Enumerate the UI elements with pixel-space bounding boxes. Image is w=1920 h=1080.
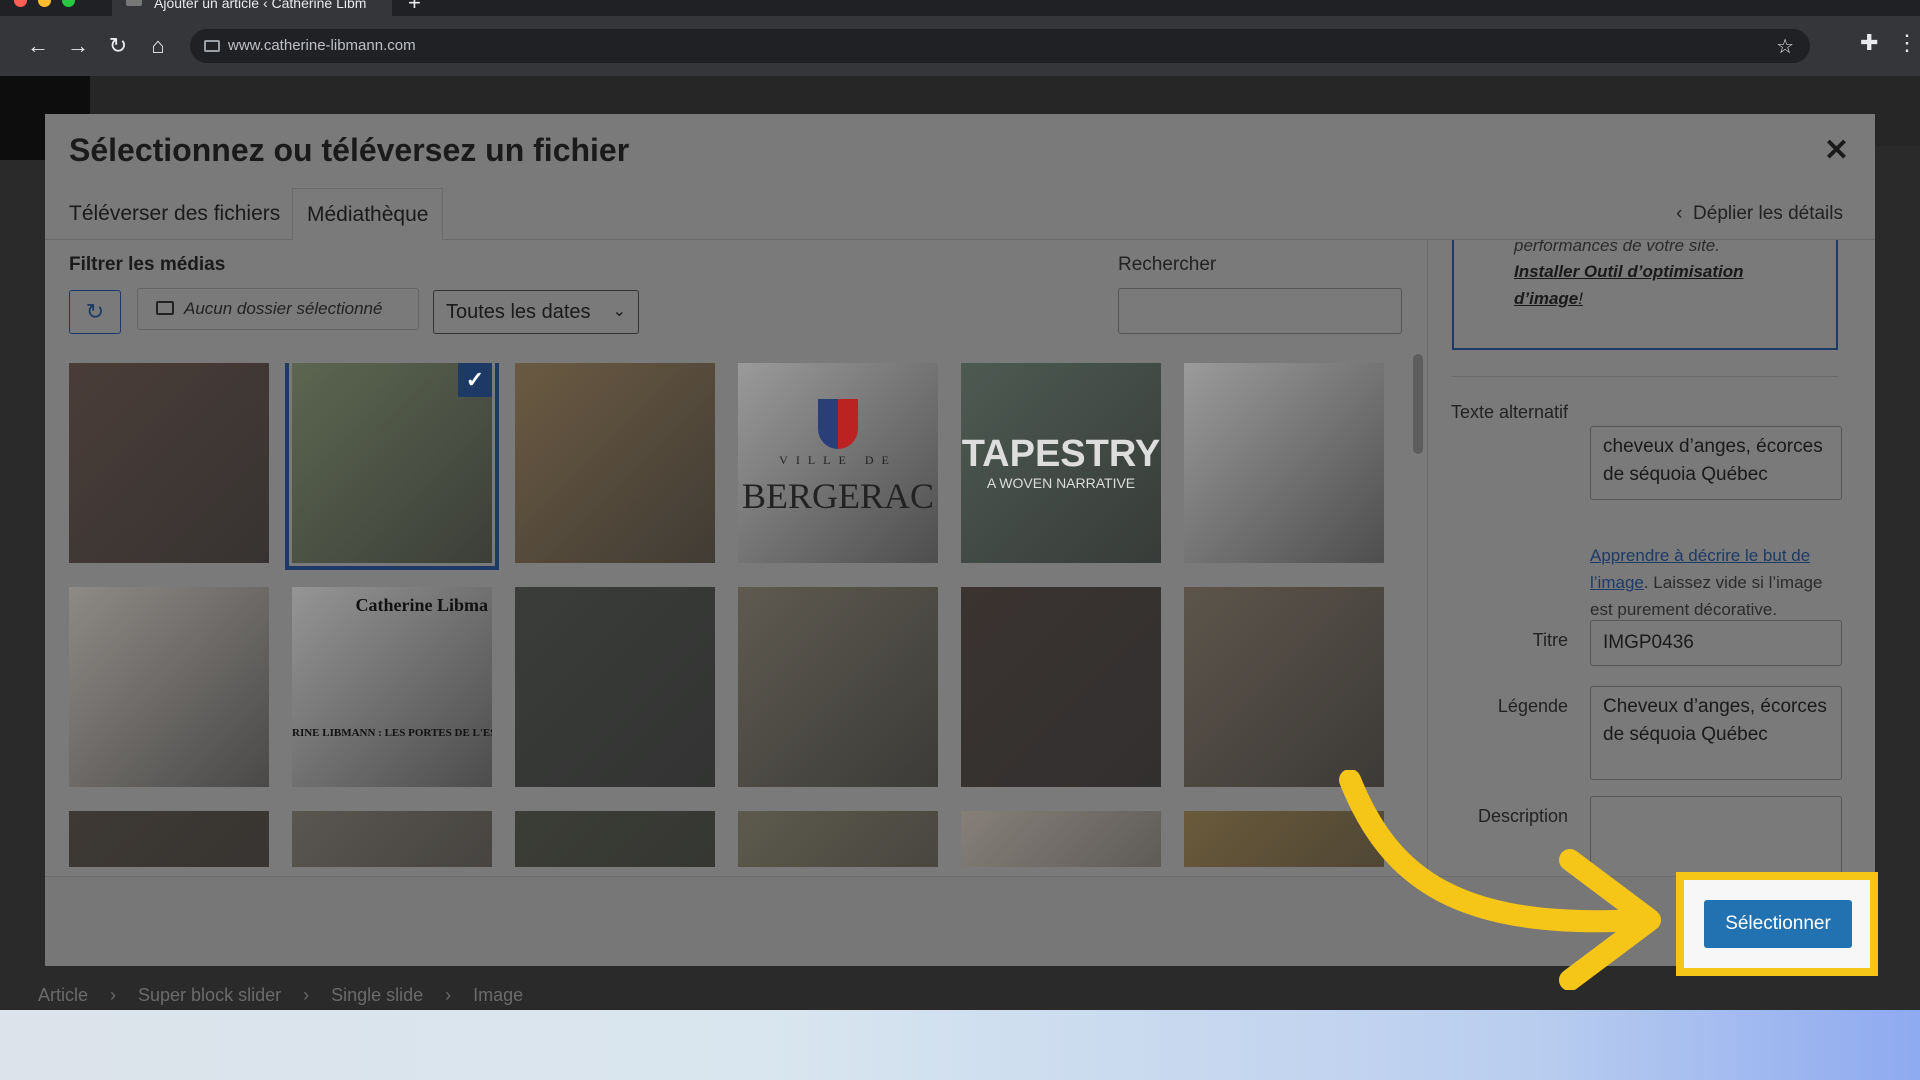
- chevron-down-icon: ⌄: [612, 303, 626, 320]
- chevron-right-icon: ›: [445, 984, 452, 1005]
- site-info-icon[interactable]: [204, 40, 220, 52]
- search-label: Rechercher: [1118, 254, 1217, 275]
- media-thumbnail-woven-sphere[interactable]: [69, 587, 269, 787]
- select-button[interactable]: Sélectionner: [1704, 900, 1852, 948]
- thumbnail-subtext: VILLE DE: [779, 453, 897, 467]
- selected-check-icon[interactable]: ✓: [458, 363, 492, 397]
- media-thumbnail-ville-de-bergerac[interactable]: VILLE DE BERGERAC: [738, 363, 938, 563]
- media-thumbnail-bark-texture-green[interactable]: [738, 587, 938, 787]
- coat-of-arms-icon: [818, 399, 858, 449]
- close-window-icon[interactable]: [14, 0, 27, 7]
- notice-suffix: !: [1578, 289, 1583, 308]
- notice-text: performances de votre site.: [1514, 240, 1720, 255]
- media-grid: ✓ VILLE DE BERGERAC TAPESTRY A WOVEN NARRATI…: [69, 363, 1399, 867]
- browser-tab[interactable]: Ajouter un article ‹ Catherine Libm: [112, 0, 392, 16]
- browser-toolbar: ← → ↻ ⌂ www.catherine-libmann.com ☆ ✚ ⋮: [0, 16, 1920, 76]
- details-toggle-label: Déplier les détails: [1693, 203, 1843, 224]
- search-input[interactable]: [1118, 288, 1402, 334]
- home-icon[interactable]: ⌂: [144, 32, 172, 60]
- breadcrumb-item[interactable]: Article: [38, 985, 88, 1006]
- thumbnail-caption: BERGERAC: [741, 476, 935, 516]
- refresh-icon: ↻: [85, 299, 105, 324]
- close-icon[interactable]: ✕: [1824, 136, 1849, 166]
- tab-title: Ajouter un article ‹ Catherine Libm: [154, 0, 367, 11]
- pointer-arrow-icon: [1339, 770, 1661, 990]
- media-thumbnail-sculpture-interior[interactable]: [69, 811, 269, 867]
- alt-text-field[interactable]: cheveux d’anges, écorces de séquoia Québ…: [1590, 426, 1842, 500]
- new-tab-icon[interactable]: +: [408, 0, 421, 16]
- media-thumbnail-fiber-tapestry[interactable]: [515, 587, 715, 787]
- tab-media-library[interactable]: Médiathèque: [292, 188, 444, 240]
- thumbnail-subtext: RINE LIBMANN : LES PORTES DE L'ESPA: [292, 727, 492, 739]
- alt-text-label: Texte alternatif: [1450, 402, 1568, 422]
- desktop-background: [0, 1010, 1920, 1080]
- thumbnail-caption: Catherine Libma: [355, 595, 489, 615]
- title-field[interactable]: IMGP0436: [1590, 620, 1842, 666]
- tab-upload-files[interactable]: Téléverser des fichiers: [55, 188, 294, 240]
- browser-menu-icon[interactable]: ⋮: [1896, 30, 1918, 56]
- refresh-button[interactable]: ↻: [69, 290, 121, 334]
- breadcrumb-item[interactable]: Image: [473, 985, 523, 1006]
- folder-select[interactable]: Aucun dossier sélectionné: [137, 288, 419, 330]
- notice-link[interactable]: Installer Outil d’optimisation d’image!: [1514, 258, 1814, 312]
- chevron-right-icon: ›: [110, 984, 117, 1005]
- caption-label: Légende: [1497, 696, 1568, 716]
- breadcrumb-item[interactable]: Super block slider: [138, 985, 281, 1006]
- optimization-notice: performances de votre site. Installer Ou…: [1452, 240, 1838, 350]
- modal-title: Sélectionnez ou téléversez un fichier: [69, 132, 630, 168]
- date-filter-label: Toutes les dates: [446, 301, 591, 323]
- title-label: Titre: [1532, 630, 1568, 650]
- bookmark-star-icon[interactable]: ☆: [1776, 34, 1794, 59]
- media-thumbnail-weaving-artist[interactable]: [515, 363, 715, 563]
- browser-tab-bar: Ajouter un article ‹ Catherine Libm +: [0, 0, 1920, 16]
- media-thumbnail-wooden-sculptures[interactable]: [961, 587, 1161, 787]
- modal-tabs: Téléverser des fichiers Médiathèque ‹ Dé…: [45, 188, 1875, 240]
- media-thumbnail-loom-threads[interactable]: [292, 811, 492, 867]
- media-thumbnail-thorny-branches[interactable]: [69, 363, 269, 563]
- divider: [1452, 376, 1838, 377]
- extensions-icon[interactable]: ✚: [1860, 30, 1878, 56]
- favicon-icon: [126, 0, 142, 6]
- forward-icon[interactable]: →: [64, 32, 92, 60]
- reload-icon[interactable]: ↻: [104, 32, 132, 60]
- media-thumbnail-tapestry-woven-narrative[interactable]: TAPESTRY A WOVEN NARRATIVE: [961, 363, 1161, 563]
- date-filter-select[interactable]: Toutes les dates ⌄: [433, 290, 639, 334]
- caption-field[interactable]: Cheveux d’anges, écorces de séquoia Québ…: [1590, 686, 1842, 780]
- address-url: www.catherine-libmann.com: [228, 37, 416, 54]
- media-thumbnail-dark-branches[interactable]: [515, 811, 715, 867]
- thumbnail-caption: TAPESTRY: [961, 433, 1161, 475]
- alt-text-help: Apprendre à décrire le but de l’image. L…: [1590, 542, 1840, 623]
- folder-select-label: Aucun dossier sélectionné: [184, 299, 383, 318]
- media-thumbnail-gallery-wall[interactable]: [961, 811, 1161, 867]
- breadcrumb-item[interactable]: Single slide: [331, 985, 423, 1006]
- address-bar[interactable]: www.catherine-libmann.com ☆: [190, 29, 1810, 63]
- thumbnail-subtext: A WOVEN NARRATIVE: [986, 475, 1136, 491]
- back-icon[interactable]: ←: [24, 32, 52, 60]
- grid-scrollbar[interactable]: [1413, 354, 1423, 454]
- notice-link-text: Installer Outil d’optimisation d’image: [1514, 262, 1744, 308]
- media-thumbnail-catherine-libmann-article[interactable]: Catherine Libma RINE LIBMANN : LES PORTES…: [292, 587, 492, 787]
- minimize-window-icon[interactable]: [38, 0, 51, 7]
- block-breadcrumb: Article › Super block slider › Single sl…: [38, 982, 523, 1008]
- folder-icon: [156, 301, 174, 315]
- media-thumbnail-stone-texture[interactable]: [1184, 587, 1384, 787]
- media-thumbnail-angel-hair-sequoia[interactable]: ✓: [285, 363, 499, 570]
- expand-details-toggle[interactable]: ‹ Déplier les détails: [1676, 188, 1843, 240]
- zoom-window-icon[interactable]: [62, 0, 75, 7]
- filter-media-label: Filtrer les médias: [69, 254, 226, 275]
- media-thumbnail-text-document[interactable]: [1184, 363, 1384, 563]
- chevron-right-icon: ›: [303, 984, 310, 1005]
- chevron-left-icon: ‹: [1676, 203, 1694, 224]
- media-thumbnail-dry-twigs[interactable]: [738, 811, 938, 867]
